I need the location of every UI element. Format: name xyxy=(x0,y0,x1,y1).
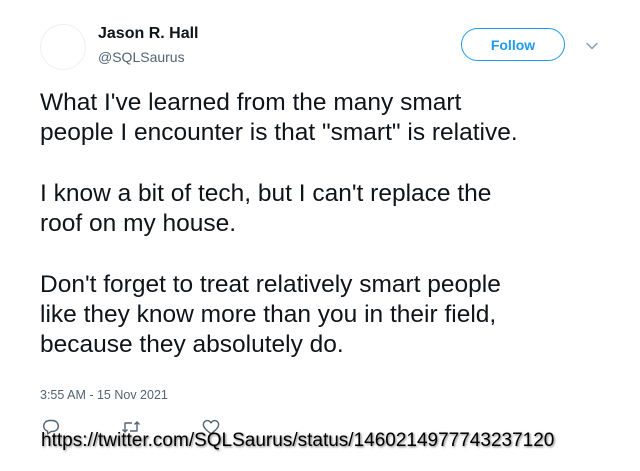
tweet-line: What I've learned from the many smart xyxy=(40,89,462,116)
tweet-line: because they absolutely do. xyxy=(40,331,344,358)
tweet-line: roof on my house. xyxy=(40,210,237,237)
tweet-paragraph: Don't forget to treat relatively smart p… xyxy=(40,270,620,360)
chevron-down-icon xyxy=(586,42,598,50)
tweet-card: Jason R. Hall @SQLSaurus Follow What I'v… xyxy=(0,0,640,471)
tweet-line: like they know more than you in their fi… xyxy=(40,301,497,328)
follow-button-label: Follow xyxy=(490,36,536,53)
avatar[interactable] xyxy=(40,24,86,70)
tweet-line: I know a bit of tech, but I can't replac… xyxy=(40,180,492,207)
overlay-url-text: https://twitter.com/SQLSaurus/status/146… xyxy=(41,430,555,451)
tweet-timestamp[interactable]: 3:55 AM - 15 Nov 2021 xyxy=(40,388,168,402)
author-name[interactable]: Jason R. Hall xyxy=(98,25,198,43)
author-handle[interactable]: @SQLSaurus xyxy=(98,49,185,65)
follow-button[interactable]: Follow xyxy=(461,28,565,61)
tweet-paragraph: What I've learned from the many smart pe… xyxy=(40,88,620,148)
more-options-button[interactable] xyxy=(582,36,602,56)
tweet-paragraph: I know a bit of tech, but I can't replac… xyxy=(40,179,620,239)
tweet-line: Don't forget to treat relatively smart p… xyxy=(40,271,501,298)
tweet-line: people I encounter is that "smart" is re… xyxy=(40,119,518,146)
tweet-text: What I've learned from the many smart pe… xyxy=(40,88,620,391)
